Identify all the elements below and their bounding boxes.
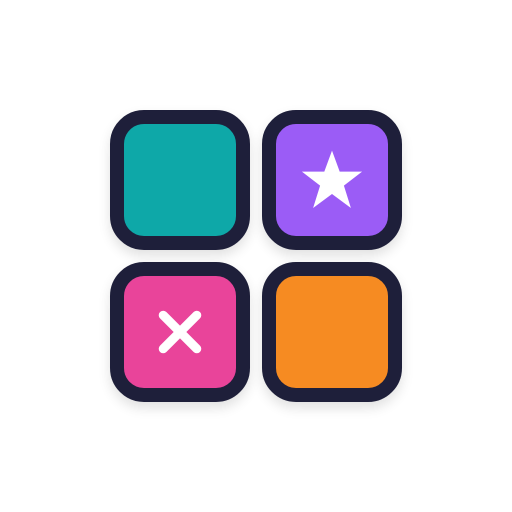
tile-purple (262, 110, 402, 250)
star-icon (301, 150, 363, 208)
tile-teal (110, 110, 250, 250)
app-grid-icon (0, 0, 512, 512)
tile-orange (262, 262, 402, 402)
close-icon (158, 310, 202, 354)
tile-pink (110, 262, 250, 402)
